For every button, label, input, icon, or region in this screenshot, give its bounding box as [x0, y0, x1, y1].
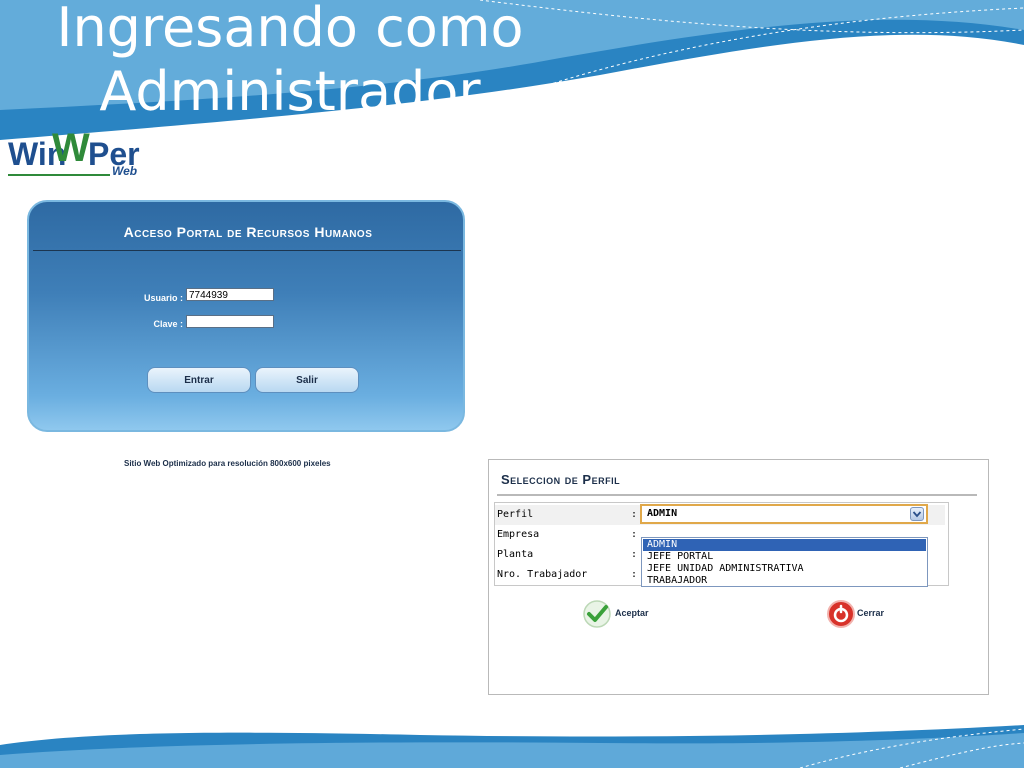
winper-web-logo: Win W Per Web [8, 126, 148, 180]
footer-wave-decoration [0, 725, 1024, 768]
perfil-select[interactable]: ADMIN [640, 504, 928, 524]
nro-trabajador-colon: : [631, 569, 638, 580]
aceptar-button[interactable]: Aceptar [615, 608, 649, 618]
slide-title-line-1: Ingresando como [56, 0, 524, 59]
salir-button[interactable]: Salir [255, 367, 359, 393]
logo-text-web: Web [112, 164, 138, 178]
planta-colon: : [631, 549, 638, 560]
profile-title-divider [497, 494, 977, 496]
logo-text-w: W [52, 126, 90, 170]
usuario-input[interactable]: 7744939 [186, 288, 274, 301]
clave-input[interactable] [186, 315, 274, 328]
power-off-icon[interactable] [826, 599, 856, 629]
login-title-divider [33, 250, 461, 251]
profile-title: Seleccion de Perfil [501, 472, 621, 487]
perfil-colon: : [631, 509, 638, 520]
dropdown-option-jefe-unidad[interactable]: JEFE UNIDAD ADMINISTRATIVA [643, 563, 926, 575]
empresa-label: Empresa [497, 529, 540, 540]
perfil-dropdown-list: ADMIN JEFE PORTAL JEFE UNIDAD ADMINISTRA… [641, 537, 928, 587]
login-panel: Acceso Portal de Recursos Humanos Usuari… [27, 200, 465, 432]
usuario-label: Usuario : [143, 293, 183, 303]
slide-title-line-2: Administrador [99, 60, 481, 123]
chevron-down-icon[interactable] [910, 507, 924, 521]
planta-label: Planta [497, 549, 534, 560]
nro-trabajador-label: Nro. Trabajador [497, 569, 588, 580]
logo-underline [8, 174, 110, 176]
login-title: Acceso Portal de Recursos Humanos [123, 224, 373, 240]
checkmark-icon[interactable] [582, 599, 612, 629]
perfil-label: Perfil [497, 509, 534, 520]
perfil-selected-value: ADMIN [647, 508, 678, 519]
dropdown-option-jefe-portal[interactable]: JEFE PORTAL [643, 551, 926, 563]
dropdown-option-trabajador[interactable]: TRABAJADOR [643, 575, 926, 587]
entrar-button[interactable]: Entrar [147, 367, 251, 393]
slide-title: Ingresando como Administrador [30, 0, 550, 124]
empresa-colon: : [631, 529, 638, 540]
cerrar-button[interactable]: Cerrar [857, 608, 884, 618]
dropdown-option-admin[interactable]: ADMIN [643, 539, 926, 551]
resolution-note: Sitio Web Optimizado para resolución 800… [124, 459, 331, 468]
clave-label: Clave : [153, 319, 183, 329]
profile-selection-panel: Seleccion de Perfil Perfil : Empresa : P… [488, 459, 989, 695]
